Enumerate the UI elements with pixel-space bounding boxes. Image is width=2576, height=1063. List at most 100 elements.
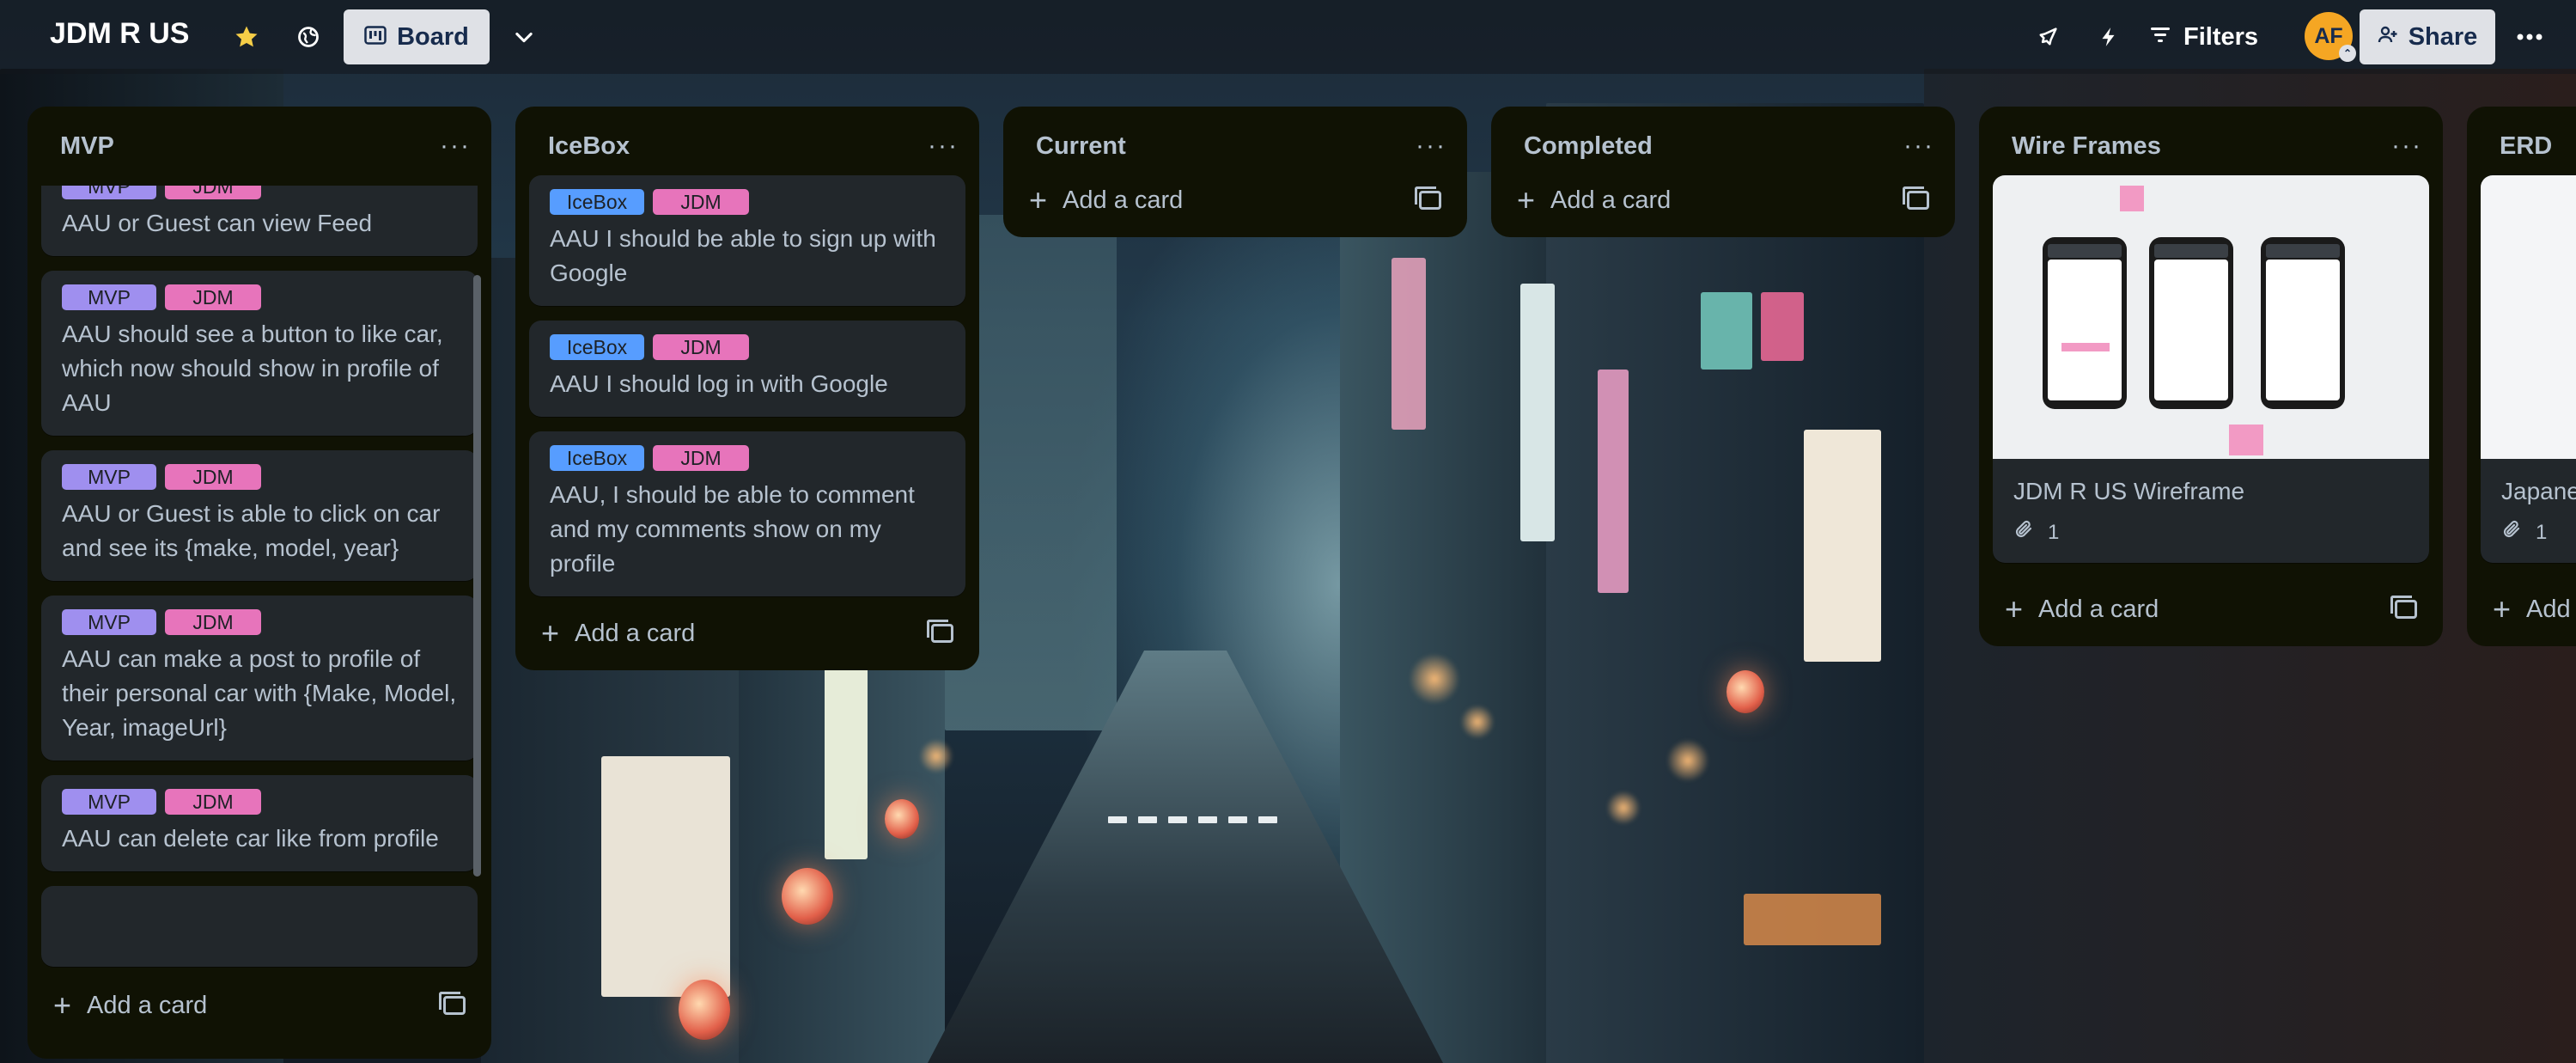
card[interactable]: IceBox JDM AAU I should log in with Goog… bbox=[529, 321, 965, 417]
admin-badge-icon: ⌃ bbox=[2339, 45, 2356, 62]
label-mvp[interactable]: MVP bbox=[62, 464, 156, 490]
add-card-row: + Add bbox=[2467, 572, 2576, 646]
list-mvp: MVP ··· MVP JDM AAU or Guest can view Fe… bbox=[27, 107, 491, 1059]
card[interactable]: Japane 1 bbox=[2481, 175, 2576, 563]
card[interactable]: MVP JDM AAU can delete car like from pro… bbox=[41, 775, 478, 871]
card[interactable]: MVP JDM AAU or Guest can view Feed bbox=[41, 186, 478, 256]
add-card-button[interactable]: + Add a card bbox=[2005, 591, 2159, 627]
paperclip-icon bbox=[2501, 519, 2522, 546]
template-icon[interactable] bbox=[439, 992, 466, 1015]
add-card-button[interactable]: + Add bbox=[2493, 591, 2571, 627]
rocket-icon[interactable] bbox=[2029, 18, 2067, 56]
card-title: JDM R US Wireframe bbox=[2013, 478, 2245, 504]
card-cover-image bbox=[2481, 175, 2576, 459]
card[interactable] bbox=[41, 886, 478, 967]
card-title: AAU or Guest can view Feed bbox=[62, 210, 373, 236]
label-jdm[interactable]: JDM bbox=[165, 464, 261, 490]
label-icebox[interactable]: IceBox bbox=[550, 189, 644, 215]
card-container: MVP JDM AAU or Guest can view Feed MVP J… bbox=[27, 186, 491, 968]
add-card-label: Add a card bbox=[1063, 186, 1184, 214]
card-title: Japane bbox=[2501, 478, 2576, 504]
plus-icon: + bbox=[541, 615, 560, 651]
add-card-row: + Add a card bbox=[515, 596, 979, 670]
label-mvp[interactable]: MVP bbox=[62, 789, 156, 815]
template-icon[interactable] bbox=[927, 620, 953, 643]
board-title[interactable]: JDM R US bbox=[50, 17, 189, 51]
label-jdm[interactable]: JDM bbox=[165, 186, 261, 199]
list-title[interactable]: Current bbox=[1036, 132, 1126, 161]
add-card-button[interactable]: + Add a card bbox=[1517, 182, 1671, 218]
label-jdm[interactable]: JDM bbox=[165, 789, 261, 815]
label-icebox[interactable]: IceBox bbox=[550, 445, 644, 471]
attachment-badge: 1 bbox=[2013, 519, 2409, 546]
list-scrollbar[interactable] bbox=[473, 275, 481, 877]
plus-icon: + bbox=[1029, 182, 1048, 217]
board-view-label: Board bbox=[397, 22, 469, 51]
template-icon[interactable] bbox=[1903, 186, 1929, 210]
label-jdm[interactable]: JDM bbox=[165, 609, 261, 635]
share-button[interactable]: Share bbox=[2360, 9, 2495, 64]
plus-icon: + bbox=[1517, 182, 1536, 217]
list-title[interactable]: IceBox bbox=[548, 132, 630, 161]
card[interactable]: MVP JDM AAU can make a post to profile o… bbox=[41, 596, 478, 761]
list-title[interactable]: MVP bbox=[60, 132, 114, 161]
more-icon[interactable]: ··· bbox=[1416, 131, 1446, 161]
card[interactable]: MVP JDM AAU or Guest is able to click on… bbox=[41, 450, 478, 581]
more-icon[interactable] bbox=[2511, 18, 2549, 56]
more-icon[interactable]: ··· bbox=[928, 131, 959, 161]
card[interactable]: IceBox JDM AAU, I should be able to comm… bbox=[529, 431, 965, 596]
template-icon[interactable] bbox=[2390, 596, 2417, 619]
lightning-icon[interactable] bbox=[2090, 18, 2128, 56]
label-jdm[interactable]: JDM bbox=[165, 284, 261, 310]
label-jdm[interactable]: JDM bbox=[653, 334, 749, 360]
chevron-down-icon[interactable] bbox=[505, 18, 543, 56]
template-icon[interactable] bbox=[1415, 186, 1441, 210]
more-icon[interactable]: ··· bbox=[440, 131, 471, 161]
more-icon[interactable]: ··· bbox=[1903, 131, 1934, 161]
list-header: IceBox ··· bbox=[515, 107, 979, 186]
add-card-label: Add a card bbox=[1550, 186, 1672, 214]
card-cover-image bbox=[1993, 175, 2429, 459]
add-card-row: + Add a card bbox=[1979, 572, 2443, 646]
label-icebox[interactable]: IceBox bbox=[550, 334, 644, 360]
list-header: ERD bbox=[2467, 107, 2576, 186]
add-card-button[interactable]: + Add a card bbox=[53, 987, 207, 1023]
globe-icon[interactable] bbox=[289, 18, 327, 56]
card-title: AAU should see a button to like car, whi… bbox=[62, 321, 443, 416]
plus-icon: + bbox=[2005, 591, 2024, 626]
share-person-icon bbox=[2378, 23, 2398, 52]
board-view-button[interactable]: Board bbox=[344, 9, 490, 64]
card[interactable]: IceBox JDM AAU I should be able to sign … bbox=[529, 175, 965, 306]
label-mvp[interactable]: MVP bbox=[62, 609, 156, 635]
avatar-initials: AF bbox=[2314, 23, 2343, 48]
avatar[interactable]: AF ⌃ bbox=[2305, 12, 2356, 62]
plus-icon: + bbox=[53, 987, 72, 1023]
label-jdm[interactable]: JDM bbox=[653, 189, 749, 215]
list-icebox: IceBox ··· IceBox JDM AAU I should be ab… bbox=[515, 107, 979, 670]
card-title: AAU I should log in with Google bbox=[550, 370, 888, 397]
list-current: Current ··· + Add a card bbox=[1003, 107, 1467, 237]
add-card-row: + Add a card bbox=[1491, 163, 1955, 237]
add-card-label: Add a card bbox=[87, 991, 208, 1019]
list-title[interactable]: Wire Frames bbox=[2012, 132, 2161, 161]
card[interactable]: MVP JDM AAU should see a button to like … bbox=[41, 271, 478, 436]
board-icon bbox=[364, 23, 387, 52]
filters-button[interactable]: Filters bbox=[2149, 15, 2258, 58]
list-title[interactable]: ERD bbox=[2500, 132, 2552, 161]
list-title[interactable]: Completed bbox=[1524, 132, 1653, 161]
attachment-count: 1 bbox=[2048, 520, 2060, 544]
add-card-label: Add a card bbox=[2038, 595, 2159, 623]
card[interactable]: JDM R US Wireframe 1 bbox=[1993, 175, 2429, 563]
share-label: Share bbox=[2408, 22, 2478, 51]
label-mvp[interactable]: MVP bbox=[62, 284, 156, 310]
star-icon[interactable] bbox=[228, 18, 265, 56]
list-erd: ERD Japane 1 + Add bbox=[2467, 107, 2576, 646]
add-card-button[interactable]: + Add a card bbox=[1029, 182, 1183, 218]
label-mvp[interactable]: MVP bbox=[62, 186, 156, 199]
card-title: AAU can make a post to profile of their … bbox=[62, 645, 457, 741]
label-jdm[interactable]: JDM bbox=[653, 445, 749, 471]
card-title: AAU can delete car like from profile bbox=[62, 825, 439, 852]
board-header: JDM R US Board Filters AF ⌃ Share bbox=[0, 0, 2576, 74]
more-icon[interactable]: ··· bbox=[2391, 131, 2422, 161]
add-card-button[interactable]: + Add a card bbox=[541, 615, 695, 651]
